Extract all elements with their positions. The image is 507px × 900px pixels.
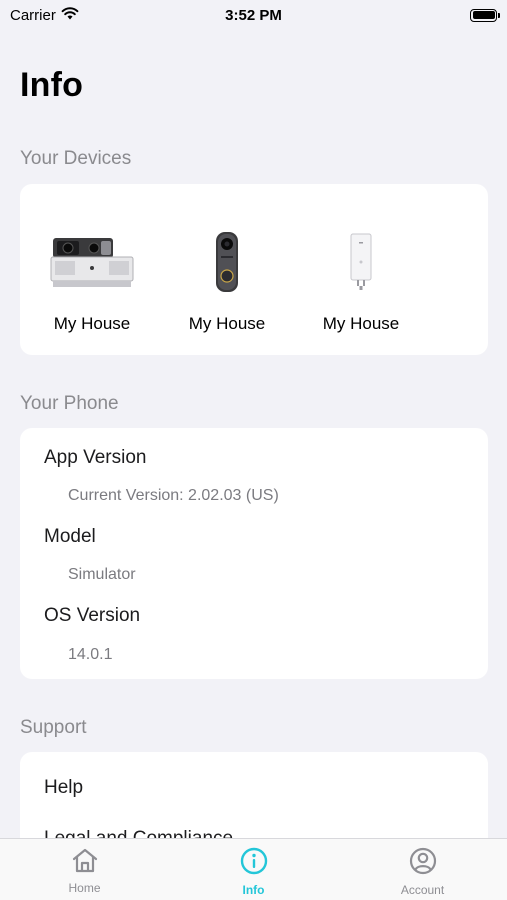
wifi-icon [61, 6, 79, 24]
model-label: Model [44, 526, 96, 547]
app-version-label: App Version [44, 447, 147, 468]
device-chime[interactable]: My House [301, 222, 421, 334]
device-floodlight[interactable]: My House [32, 222, 152, 334]
device-name: My House [188, 314, 266, 333]
carrier-label: Carrier [10, 6, 56, 24]
status-bar: Carrier 3:52 PM [0, 0, 507, 30]
phone-section-header: Your Phone [20, 393, 119, 414]
info-icon [240, 847, 268, 880]
status-left: Carrier [10, 6, 254, 24]
model-value: Simulator [68, 566, 136, 583]
account-icon [409, 847, 437, 880]
device-name: My House [53, 314, 131, 333]
floodlight-camera-image [42, 222, 142, 302]
phone-card: App Version Current Version: 2.02.03 (US… [20, 428, 488, 679]
tab-home[interactable]: Home [0, 839, 169, 900]
os-version-value: 14.0.1 [68, 646, 113, 663]
chime-plug-image [311, 222, 411, 302]
status-right [254, 8, 500, 22]
devices-card: My House My House My House [20, 184, 488, 355]
device-name: My House [322, 314, 400, 333]
os-version-label: OS Version [44, 605, 141, 626]
device-doorbell[interactable]: My House [167, 222, 287, 334]
tab-account[interactable]: Account [338, 839, 507, 900]
tab-label: Account [400, 883, 445, 897]
tab-label: Info [242, 883, 265, 897]
video-doorbell-image [177, 222, 277, 302]
devices-section-header: Your Devices [20, 148, 132, 169]
tab-info[interactable]: Info [169, 839, 338, 900]
help-link[interactable]: Help [44, 777, 83, 799]
home-icon [71, 847, 99, 878]
page-title: Info [20, 66, 84, 104]
battery-icon [470, 8, 500, 22]
tab-label: Home [68, 881, 101, 895]
support-section-header: Support [20, 717, 87, 738]
tab-bar: Home Info Account [0, 838, 507, 900]
app-version-value: Current Version: 2.02.03 (US) [68, 487, 279, 504]
